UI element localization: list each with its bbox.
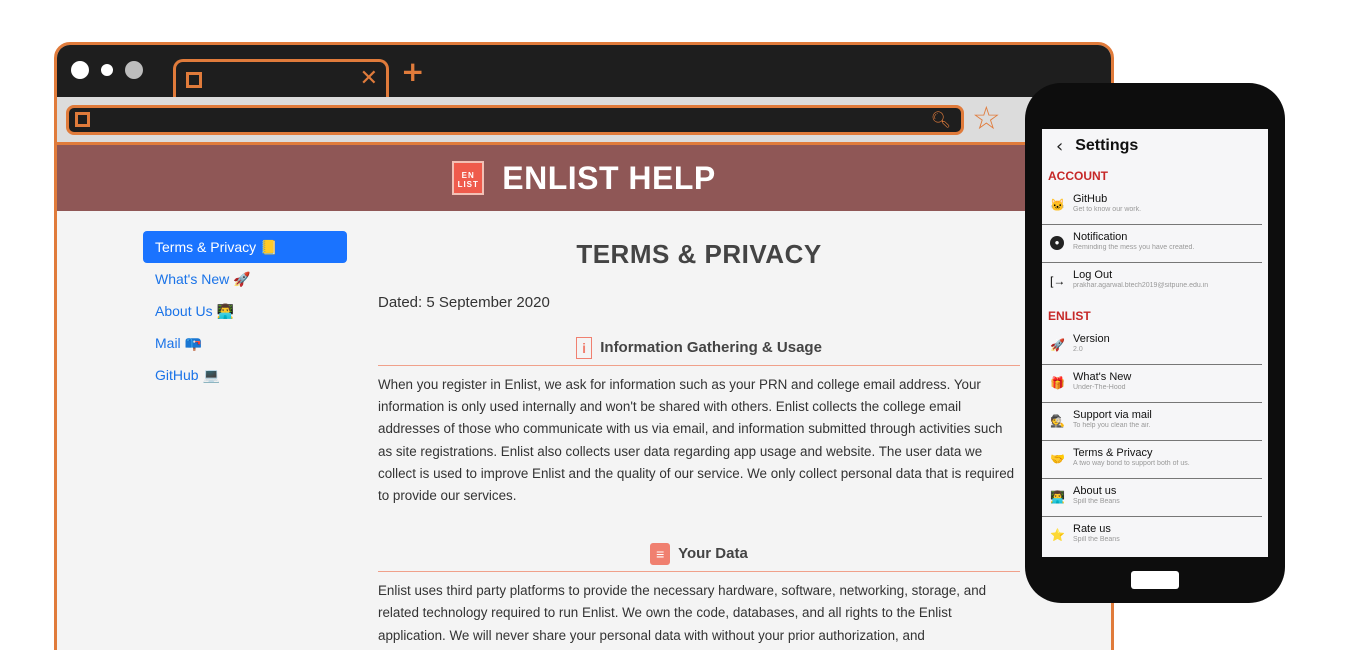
maximize-window-button[interactable] (125, 61, 143, 79)
page-title: TERMS & PRIVACY (576, 239, 822, 269)
close-window-button[interactable] (71, 61, 89, 79)
plus-icon[interactable]: + (401, 55, 424, 88)
tab-favicon (186, 72, 202, 88)
nav-item-mail[interactable]: Mail 📪 (143, 327, 347, 359)
settings-header: ‹ Settings (1042, 129, 1268, 163)
item-subtitle: prakhar.agarwal.btech2019@sitpune.edu.in (1073, 282, 1209, 289)
title-bar: ✕ + (57, 45, 1111, 97)
database-icon: ≡ (650, 543, 671, 566)
section-heading-label: Your Data (678, 545, 748, 563)
settings-item-version[interactable]: 🚀 Version 2.0 (1042, 327, 1262, 365)
rocket-icon: 🚀 (1050, 338, 1065, 352)
section-paragraph: When you register in Enlist, we ask for … (378, 377, 1015, 504)
settings-item-github[interactable]: 🐱 GitHub Get to know our work. (1042, 187, 1262, 225)
sidebar-nav: Terms & Privacy 📒 What's New 🚀 About Us … (143, 231, 347, 391)
gift-icon: 🎁 (1050, 376, 1065, 390)
item-title: Terms & Privacy (1073, 447, 1153, 459)
settings-item-support-mail[interactable]: 🕵 Support via mail To help you clean the… (1042, 403, 1262, 441)
section-paragraph: Enlist uses third party platforms to pro… (378, 583, 987, 643)
github-icon: 🐱 (1050, 198, 1065, 212)
minimize-window-button[interactable] (98, 61, 116, 79)
settings-item-about-us[interactable]: 👨‍💻 About us Spill the Beans (1042, 479, 1262, 517)
address-bar: 🔍︎ ☆ (57, 97, 1111, 145)
site-info-icon[interactable] (75, 112, 90, 127)
item-subtitle: To help you clean the air. (1073, 422, 1151, 429)
nav-item-whats-new[interactable]: What's New 🚀 (143, 263, 347, 295)
logout-icon: [→ (1050, 274, 1066, 288)
site-title: ENLIST HELP (502, 159, 716, 196)
nav-item-terms-privacy[interactable]: Terms & Privacy 📒 (143, 231, 347, 263)
item-subtitle: Reminding the mess you have created. (1073, 244, 1195, 251)
nav-item-github[interactable]: GitHub 💻 (143, 359, 347, 391)
enlist-logo: EN LIST (452, 161, 485, 195)
item-subtitle: A two way bond to support both of us. (1073, 460, 1190, 467)
item-subtitle: 2.0 (1073, 346, 1083, 353)
url-input[interactable]: 🔍︎ (66, 105, 964, 135)
phone-mockup: ‹ Settings ACCOUNT 🐱 GitHub Get to know … (1025, 83, 1285, 603)
phone-screen: ‹ Settings ACCOUNT 🐱 GitHub Get to know … (1042, 129, 1268, 557)
item-title: What's New (1073, 371, 1132, 383)
info-icon: i (576, 337, 593, 359)
star-icon[interactable]: ☆ (972, 99, 1001, 137)
settings-item-notification[interactable]: ● Notification Reminding the mess you ha… (1042, 225, 1262, 263)
main-content: TERMS & PRIVACY Dated: 5 September 2020 … (378, 231, 1020, 647)
nav-item-about-us[interactable]: About Us 👨‍💻 (143, 295, 347, 327)
item-subtitle: Spill the Beans (1073, 536, 1120, 543)
dated-text: Dated: 5 September 2020 (378, 294, 550, 311)
section-heading-info: i Information Gathering & Usage (378, 337, 1020, 366)
settings-item-terms-privacy[interactable]: 🤝 Terms & Privacy A two way bond to supp… (1042, 441, 1262, 479)
item-subtitle: Get to know our work. (1073, 206, 1142, 213)
section-heading-label: Information Gathering & Usage (600, 338, 822, 356)
section-label-enlist: ENLIST (1048, 309, 1091, 323)
section-label-account: ACCOUNT (1048, 169, 1108, 183)
back-arrow-icon[interactable]: ‹ (1056, 136, 1063, 157)
settings-item-logout[interactable]: [→ Log Out prakhar.agarwal.btech2019@sit… (1042, 263, 1262, 301)
settings-title: Settings (1075, 137, 1139, 154)
item-subtitle: Spill the Beans (1073, 498, 1120, 505)
handshake-icon: 🤝 (1050, 452, 1065, 466)
detective-icon: 🕵 (1050, 414, 1065, 428)
developer-icon: 👨‍💻 (1050, 490, 1065, 504)
browser-tab[interactable]: ✕ (173, 59, 389, 97)
site-header: EN LIST ENLIST HELP (57, 145, 1111, 211)
settings-item-rate-us[interactable]: ⭐ Rate us Spill the Beans (1042, 517, 1262, 555)
item-title: Support via mail (1073, 409, 1152, 421)
rate-icon: ⭐ (1050, 528, 1065, 542)
item-title: Log Out (1073, 269, 1113, 281)
notification-icon: ● (1050, 236, 1064, 250)
search-icon[interactable]: 🔍︎ (931, 110, 951, 129)
close-icon[interactable]: ✕ (360, 66, 378, 91)
item-title: Notification (1073, 231, 1128, 243)
item-subtitle: Under-The-Hood (1073, 384, 1126, 391)
section-heading-data: ≡ Your Data (378, 543, 1020, 573)
item-title: Version (1073, 333, 1110, 345)
item-title: Rate us (1073, 523, 1111, 535)
home-button[interactable] (1131, 571, 1179, 589)
item-title: About us (1073, 485, 1117, 497)
item-title: GitHub (1073, 193, 1108, 205)
browser-window: ✕ + 🔍︎ ☆ EN LIST ENLIST HELP Terms & Priv… (54, 42, 1114, 650)
settings-item-whats-new[interactable]: 🎁 What's New Under-The-Hood (1042, 365, 1262, 403)
